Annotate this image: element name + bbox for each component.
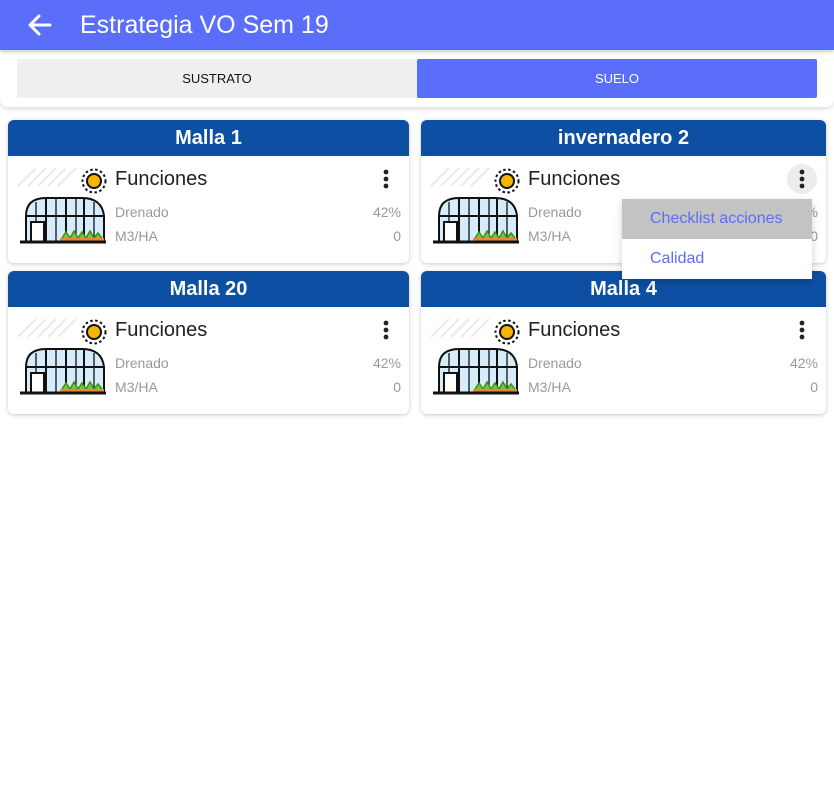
m3ha-value: 0 [393, 228, 401, 244]
drenado-value: 42% [789, 355, 818, 371]
app-bar: Estrategia VO Sem 19 [0, 0, 834, 50]
more-vert-icon[interactable] [371, 164, 401, 194]
greenhouse-icon [16, 164, 108, 244]
drenado-value: 42% [372, 355, 401, 371]
m3ha-label: M3/HA [528, 379, 571, 395]
card-malla-1[interactable]: Malla 1 Funciones Drenado 42% M3/HA 0 [8, 120, 409, 263]
page-title: Estrategia VO Sem 19 [80, 11, 329, 39]
functions-label: Funciones [115, 319, 208, 341]
greenhouse-icon [16, 315, 108, 395]
tab-suelo[interactable]: SUELO [417, 59, 817, 98]
functions-label: Funciones [528, 319, 621, 341]
functions-label: Funciones [528, 168, 621, 190]
tab-bar: SUSTRATO SUELO [0, 50, 834, 107]
tab-sustrato[interactable]: SUSTRATO [17, 59, 417, 98]
menu-item-calidad[interactable]: Calidad [622, 239, 812, 279]
card-malla-4[interactable]: Malla 4 Funciones Drenado 42% M3/HA 0 [421, 271, 826, 414]
drenado-label: Drenado [115, 355, 169, 371]
drenado-label: Drenado [528, 204, 582, 220]
card-malla-20[interactable]: Malla 20 Funciones Drenado 42% M3/HA 0 [8, 271, 409, 414]
more-vert-icon[interactable] [787, 315, 817, 345]
m3ha-label: M3/HA [115, 228, 158, 244]
functions-label: Funciones [115, 168, 208, 190]
greenhouse-icon [429, 315, 521, 395]
drenado-value: 42% [372, 204, 401, 220]
greenhouse-icon [429, 164, 521, 244]
card-title: Malla 1 [8, 120, 409, 156]
m3ha-label: M3/HA [115, 379, 158, 395]
menu-item-checklist-acciones[interactable]: Checklist acciones [622, 199, 812, 239]
context-menu: Checklist acciones Calidad [622, 199, 812, 279]
more-vert-icon[interactable] [787, 164, 817, 194]
card-title: Malla 20 [8, 271, 409, 307]
m3ha-value: 0 [810, 379, 818, 395]
drenado-label: Drenado [528, 355, 582, 371]
card-title: invernadero 2 [421, 120, 826, 156]
m3ha-value: 0 [393, 379, 401, 395]
m3ha-label: M3/HA [528, 228, 571, 244]
drenado-label: Drenado [115, 204, 169, 220]
back-arrow-icon[interactable] [26, 11, 54, 39]
more-vert-icon[interactable] [371, 315, 401, 345]
